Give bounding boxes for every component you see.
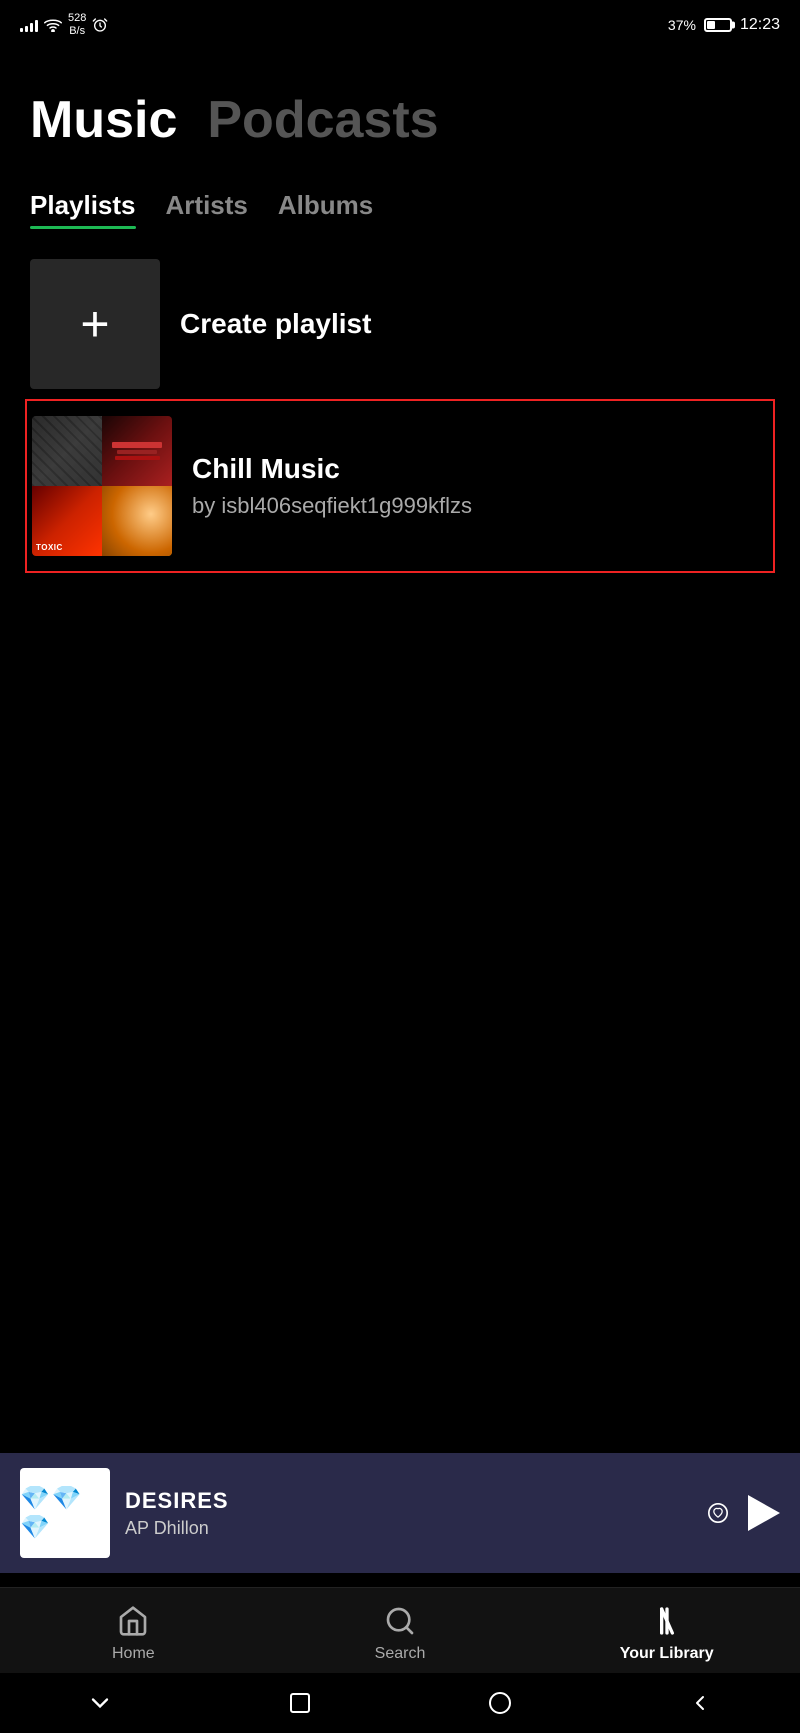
tab-podcasts[interactable]: Podcasts [207,90,438,150]
system-nav [0,1673,800,1733]
album-art-gems: 💎💎💎 [20,1484,110,1542]
create-playlist-icon: + [30,259,160,389]
main-content: Music Podcasts Playlists Artists Albums … [0,50,800,598]
status-left: 528 B/s [20,12,108,38]
thumb-top-right [102,416,172,486]
thumb-bottom-right [102,486,172,556]
header-tabs: Music Podcasts [30,90,770,150]
wifi-icon [44,18,62,32]
now-playing-controls [708,1495,780,1531]
nav-search-label: Search [375,1645,426,1663]
library-icon [649,1603,685,1639]
play-button[interactable] [748,1495,780,1531]
now-playing-title: DESIRES [125,1488,693,1514]
signal-icon [20,18,38,32]
alarm-icon [92,17,108,33]
bottom-nav: Home Search Your Library [0,1587,800,1673]
create-playlist-label: Create playlist [180,308,371,340]
now-playing-bar[interactable]: 💎💎💎 DESIRES AP Dhillon [0,1453,800,1573]
search-icon [382,1603,418,1639]
playlist-thumbnail: TOXIC [32,416,172,556]
playlist-item[interactable]: TOXIC Chill Music by isbl406seqfiekt1g99… [25,399,775,573]
like-button[interactable] [708,1503,728,1523]
heart-icon [708,1503,728,1523]
plus-icon: + [80,299,109,349]
sys-back-button[interactable] [670,1683,730,1723]
playlist-info: Chill Music by isbl406seqfiekt1g999kflzs [192,453,768,519]
tab-music[interactable]: Music [30,90,177,150]
nav-library[interactable]: Your Library [533,1603,800,1663]
playlist-author: by isbl406seqfiekt1g999kflzs [192,493,768,519]
sys-down-button[interactable] [70,1683,130,1723]
status-right: 37% 12:23 [668,16,780,34]
status-bar: 528 B/s 37% 12:23 [0,0,800,50]
create-playlist-item[interactable]: + Create playlist [30,259,770,389]
thumb-bottom-left: TOXIC [32,486,102,556]
now-playing-thumbnail: 💎💎💎 [20,1468,110,1558]
nav-search[interactable]: Search [267,1603,534,1663]
now-playing-info: DESIRES AP Dhillon [125,1488,693,1539]
sub-tabs: Playlists Artists Albums [30,190,770,229]
subtab-playlists[interactable]: Playlists [30,190,136,229]
subtab-artists[interactable]: Artists [166,190,248,229]
nav-home-label: Home [112,1645,155,1663]
thumb-top-left [32,416,102,486]
nav-library-label: Your Library [620,1645,714,1663]
sys-square-button[interactable] [270,1683,330,1723]
sys-circle-button[interactable] [470,1683,530,1723]
clock: 12:23 [740,16,780,34]
battery-icon [704,18,732,32]
home-icon [115,1603,151,1639]
playlist-name: Chill Music [192,453,768,485]
nav-home[interactable]: Home [0,1603,267,1663]
data-speed: 528 B/s [68,12,86,38]
play-triangle-icon [748,1495,780,1531]
subtab-albums[interactable]: Albums [278,190,373,229]
battery-percent: 37% [668,17,696,33]
now-playing-artist: AP Dhillon [125,1518,693,1539]
